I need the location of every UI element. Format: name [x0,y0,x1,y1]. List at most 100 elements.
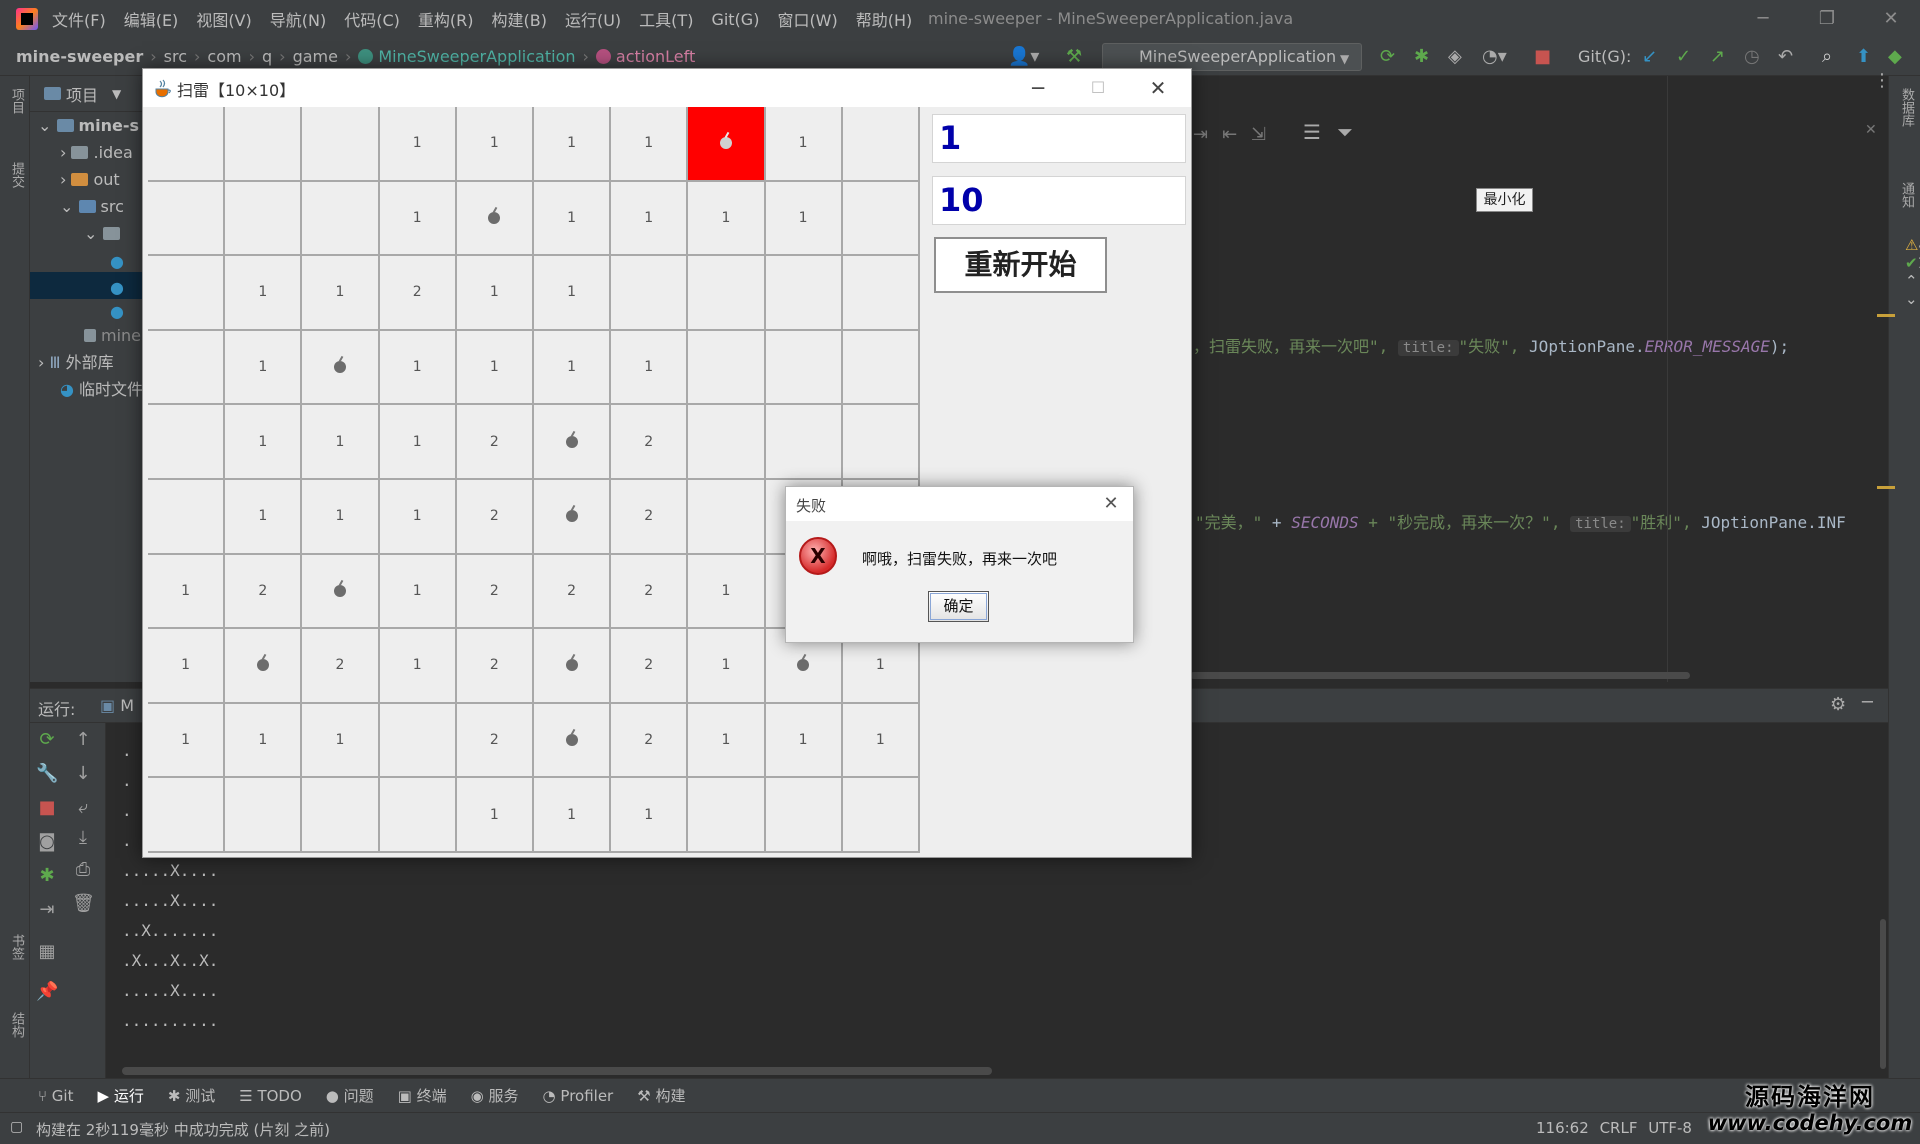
error-stripe-marker[interactable] [1877,314,1895,317]
number-cell[interactable]: 1 [379,330,457,406]
number-cell[interactable]: 2 [379,256,457,331]
filter-icon[interactable]: ⏷ [1337,120,1353,144]
status-message[interactable]: 构建在 2秒119毫秒 中成功完成 (片刻 之前) [36,1119,330,1140]
menu-navigate[interactable]: 导航(N) [270,7,326,31]
number-cell[interactable]: 1 [765,703,843,779]
breadcrumb-com[interactable]: com [207,47,241,66]
number-cell[interactable]: 2 [456,479,534,555]
empty-cell[interactable] [688,330,766,406]
empty-cell[interactable] [688,256,766,331]
git-update-icon[interactable]: ↙ [1642,46,1657,68]
number-cell[interactable]: 1 [533,256,612,331]
number-cell[interactable]: 1 [148,703,226,779]
number-cell[interactable]: 1 [688,703,766,779]
number-cell[interactable]: 1 [688,181,766,257]
menu-code[interactable]: 代码(C) [344,7,400,31]
git-commit-icon[interactable]: ✓ [1676,46,1691,68]
number-cell[interactable]: 2 [611,703,689,779]
stop-icon[interactable]: ■ [1534,46,1551,68]
number-cell[interactable]: 1 [842,703,920,779]
console-vertical-scrollbar[interactable] [1880,919,1886,1069]
empty-cell[interactable] [842,330,920,406]
mine-cell[interactable] [533,405,612,480]
stripe-commit[interactable]: 提交 [7,162,26,188]
number-cell[interactable]: 1 [302,703,380,779]
chevron-down-icon[interactable]: ⌄ [1905,290,1918,308]
tab-profiler[interactable]: ◔ Profiler [543,1087,614,1105]
stripe-structure[interactable]: 结构 [7,1012,26,1038]
tree-item-idea[interactable]: › .idea [60,139,133,166]
menu-run[interactable]: 运行(U) [565,7,621,31]
file-encoding[interactable]: UTF-8 [1648,1119,1692,1137]
number-cell[interactable]: 1 [379,107,457,182]
empty-cell[interactable] [765,330,843,406]
number-cell[interactable]: 1 [302,256,380,331]
stripe-bookmarks[interactable]: 书签 [7,934,26,960]
stop-icon[interactable]: ■ [36,797,58,818]
chevron-down-icon[interactable]: ▼ [112,87,121,101]
mine-cell[interactable] [302,330,380,406]
number-cell[interactable]: 1 [533,330,612,406]
breadcrumb-method[interactable]: actionLeft [616,47,695,66]
sort-icon[interactable]: ☰ [1303,120,1321,144]
tab-terminal[interactable]: ▣ 终端 [398,1085,447,1106]
number-cell[interactable]: 1 [225,405,303,480]
tab-services[interactable]: ◉ 服务 [471,1085,519,1106]
empty-cell[interactable] [842,778,920,853]
breadcrumb-game[interactable]: game [293,47,338,66]
number-cell[interactable]: 1 [611,107,689,182]
ide-restore-button[interactable]: ❐ [1804,6,1850,32]
number-cell[interactable]: 2 [456,703,534,779]
number-cell[interactable]: 1 [456,330,534,406]
number-cell[interactable]: 2 [302,629,380,704]
debug-icon[interactable]: ✱ [36,865,58,886]
number-cell[interactable]: 1 [379,629,457,704]
more-options-icon[interactable]: ⋮ [1873,70,1891,91]
empty-cell[interactable] [842,405,920,480]
number-cell[interactable]: 2 [611,629,689,704]
git-push-icon[interactable]: ↗ [1710,46,1725,68]
empty-cell[interactable] [688,479,766,555]
number-cell[interactable]: 1 [611,778,689,853]
mw-close-button[interactable]: ✕ [1133,73,1183,103]
breadcrumb-class[interactable]: MineSweeperApplication [378,47,575,66]
ide-close-button[interactable]: ✕ [1868,6,1914,32]
empty-cell[interactable] [148,107,226,182]
rerun-icon[interactable]: ⟳ [1380,46,1395,68]
number-cell[interactable]: 1 [611,181,689,257]
empty-cell[interactable] [148,405,226,480]
empty-cell[interactable] [688,778,766,853]
menu-file[interactable]: 文件(F) [52,7,106,31]
tree-item-src[interactable]: ⌄ src [60,193,124,220]
project-header-label[interactable]: 项目 [66,82,98,106]
inspection-counter[interactable]: ⚠4 ✔1 ⌃ ⌄ [1905,236,1920,308]
empty-cell[interactable] [611,256,689,331]
line-separator[interactable]: CRLF [1600,1119,1638,1137]
number-cell[interactable]: 1 [225,330,303,406]
empty-cell[interactable] [148,181,226,257]
tree-item-out[interactable]: › out [60,166,120,193]
number-cell[interactable]: 1 [688,629,766,704]
number-cell[interactable]: 1 [533,107,612,182]
number-cell[interactable]: 1 [225,256,303,331]
coverage-icon[interactable]: ◈ [1448,46,1462,68]
tree-item-root[interactable]: ⌄ mine-s [38,112,139,139]
arrow-up-icon[interactable]: ↑ [72,729,94,750]
hide-panel-icon[interactable]: ─ [1862,692,1873,713]
tree-item-class-3[interactable]: ● [110,298,124,325]
empty-cell[interactable] [225,778,303,853]
number-cell[interactable]: 1 [533,778,612,853]
mine-cell[interactable] [302,554,380,630]
number-cell[interactable]: 1 [379,479,457,555]
menu-edit[interactable]: 编辑(E) [124,7,179,31]
mw-minimize-button[interactable]: ─ [1013,73,1063,103]
menu-tools[interactable]: 工具(T) [639,7,693,31]
number-cell[interactable]: 1 [379,405,457,480]
run-configuration-select[interactable]: MineSweeperApplication [1102,43,1362,71]
number-cell[interactable]: 1 [148,554,226,630]
layout-icon[interactable]: ▦ [36,941,58,962]
soft-wrap-icon[interactable]: ⤶ [72,797,94,818]
rerun-icon[interactable]: ⟳ [36,729,58,750]
close-icon[interactable]: ✕ [1865,122,1877,138]
mine-cell[interactable] [456,181,534,257]
